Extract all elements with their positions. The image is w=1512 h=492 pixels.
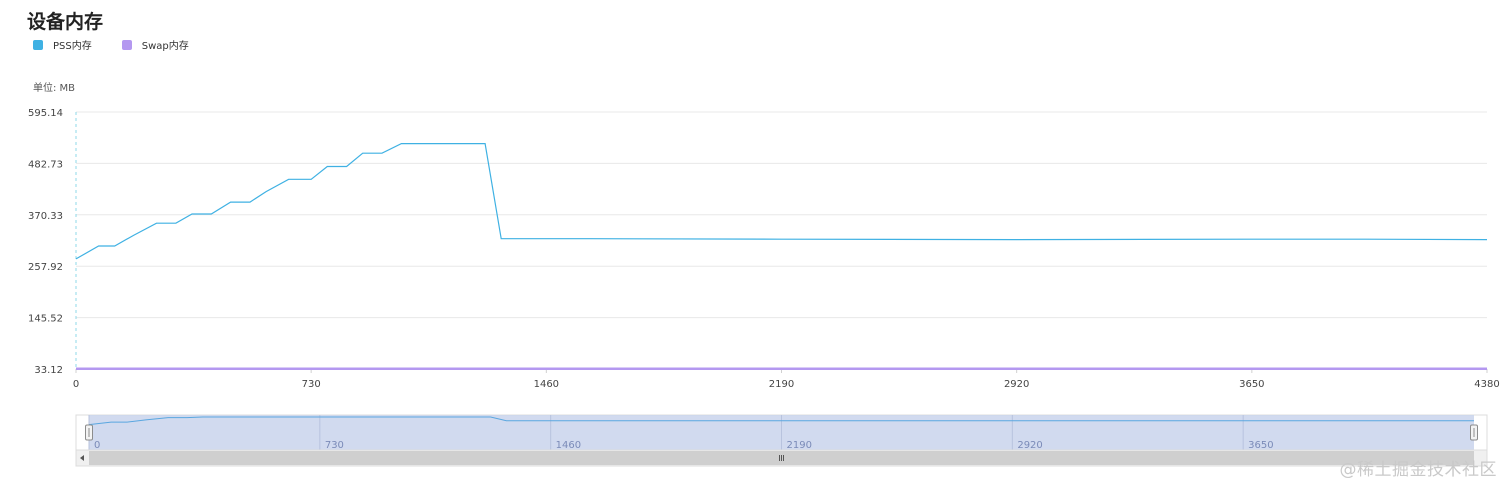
watermark: @稀土掘金技术社区 [1339, 460, 1497, 480]
x-tick-label: 730 [302, 379, 321, 390]
datazoom-tick-label: 2920 [1017, 440, 1042, 451]
memory-line-chart: 595.14 482.73 370.33 257.92 145.52 33.12 0 730 1… [28, 108, 1500, 467]
x-tick-label: 1460 [534, 379, 559, 390]
y-tick-label: 595.14 [28, 108, 63, 119]
y-tick-label: 33.12 [34, 365, 63, 376]
datazoom-tick-label: 3650 [1248, 440, 1273, 451]
x-tick-label: 0 [73, 379, 79, 390]
pss-series-line [75, 143, 1488, 260]
x-tick-label: 2920 [1004, 379, 1029, 390]
datazoom-tick-label: 1460 [556, 440, 581, 451]
x-tick-label: 4380 [1474, 379, 1499, 390]
y-tick-label: 370.33 [28, 211, 63, 222]
y-tick-label: 257.92 [28, 262, 63, 273]
datazoom-tick-label: 2190 [787, 440, 812, 451]
datazoom-tick-label: 0 [94, 440, 100, 451]
x-tick-label: 2190 [769, 379, 794, 390]
y-tick-label: 145.52 [28, 314, 63, 325]
datazoom-tick-label: 730 [325, 440, 344, 451]
x-tick-label: 3650 [1239, 379, 1264, 390]
y-tick-label: 482.73 [28, 159, 63, 170]
